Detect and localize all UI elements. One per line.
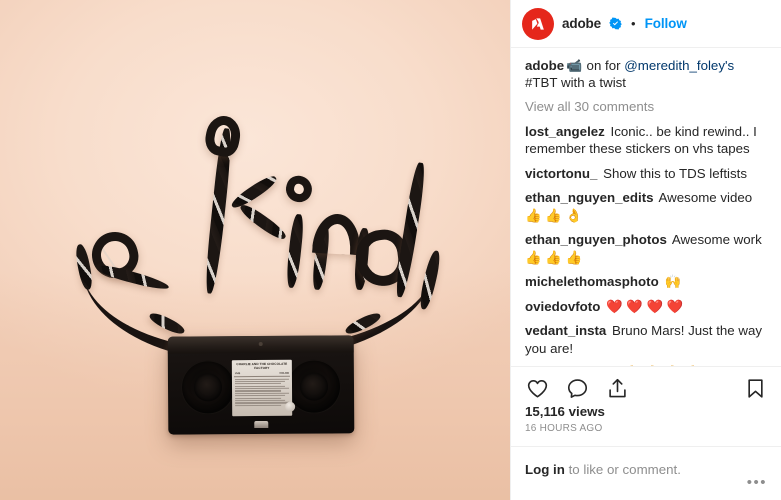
comment-item: ethan_nguyen_photos Awesome work👍 👍 👍 <box>525 231 767 266</box>
tape-letter-k-loop <box>202 113 244 159</box>
cassette-tab <box>254 420 269 429</box>
comment-username[interactable]: ethan_nguyen_edits <box>525 190 654 205</box>
more-options-button[interactable]: ••• <box>747 475 767 500</box>
verified-badge-icon <box>609 17 622 30</box>
cassette-knob <box>285 401 296 412</box>
heart-icon[interactable] <box>525 376 549 400</box>
share-arrow-icon[interactable] <box>605 376 629 400</box>
login-text: Log in to like or comment. <box>525 461 681 479</box>
post-timestamp: 16 HOURS AGO <box>525 423 603 434</box>
post-photo[interactable]: CHARLIE AND THE CHOCOLATE FACTORY VHS CO… <box>0 0 510 500</box>
comment-item: vedant_insta Bruno Mars! Just the way yo… <box>525 322 767 357</box>
comment-username[interactable]: oviedovfoto <box>525 299 600 314</box>
tape-letter-k-arm-lower <box>237 201 289 243</box>
comment-text: 🙌 <box>664 274 681 290</box>
follow-button[interactable]: Follow <box>645 16 687 31</box>
bookmark-icon[interactable] <box>743 376 767 400</box>
comment-username[interactable]: victortonu_ <box>525 166 597 181</box>
tape-letter-i-dot <box>282 172 316 206</box>
comment-username[interactable]: ethan_nguyen_photos <box>525 232 667 247</box>
cassette-label-title: CHARLIE AND THE CHOCOLATE FACTORY <box>236 361 288 370</box>
comment-username[interactable]: vedant_insta <box>525 323 606 338</box>
post-caption: adobe 📹 on for @meredith_foley's #TBT wit… <box>525 57 767 92</box>
comment-text: Show this to TDS leftists <box>603 165 747 181</box>
comment-item: ethan_nguyen_edits Awesome video 👍 👍 👌 <box>525 189 767 224</box>
header-separator: • <box>631 16 636 31</box>
post-actions-section: 15,116 views 16 HOURS AGO <box>511 366 781 446</box>
comment-item: victortonu_ Show this to TDS leftists <box>525 165 767 183</box>
post-header: adobe • Follow <box>511 0 781 47</box>
tape-letter-n-arch <box>311 212 363 256</box>
cassette-label-format: VHS <box>234 372 241 376</box>
comment-username[interactable]: lost_angelez <box>525 124 605 139</box>
caption-author[interactable]: adobe <box>525 58 564 73</box>
caption-mention[interactable]: @meredith_foley's <box>624 58 734 73</box>
speech-bubble-icon[interactable] <box>565 376 589 400</box>
post-sidebar: adobe • Follow adobe 📹 on for @meredith_f… <box>510 0 781 500</box>
caption-emoji: 📹 <box>566 57 583 73</box>
comments-feed[interactable]: adobe 📹 on for @meredith_foley's #TBT wit… <box>511 48 781 366</box>
adobe-logo-icon[interactable] <box>522 7 554 40</box>
action-bar <box>525 367 767 404</box>
caption-text-b: #TBT with a twist <box>525 75 626 91</box>
cassette-label-text-lines <box>234 378 290 407</box>
log-in-link[interactable]: Log in <box>525 462 565 477</box>
cassette-reel-left <box>180 360 236 415</box>
comment-item: lost_angelez Iconic.. be kind rewind.. I… <box>525 123 767 158</box>
cassette-label-color: COLOR <box>279 371 289 375</box>
cassette-label-meta: VHS COLOR <box>234 372 290 375</box>
comment-item: oviedovfoto ❤️ ❤️ ❤️ ❤️ <box>525 298 767 316</box>
cassette-label: CHARLIE AND THE CHOCOLATE FACTORY VHS CO… <box>231 359 293 417</box>
comment-item: michelethomasphoto 🙌 <box>525 273 767 291</box>
comment-text: ❤️ ❤️ ❤️ ❤️ <box>606 298 684 314</box>
vhs-cassette: CHARLIE AND THE CHOCOLATE FACTORY VHS CO… <box>167 335 355 435</box>
tape-letter-k-arm-upper <box>229 172 279 212</box>
instagram-post: CHARLIE AND THE CHOCOLATE FACTORY VHS CO… <box>0 0 781 500</box>
cassette-label-rule <box>233 376 290 378</box>
view-all-comments-link[interactable]: View all 30 comments <box>525 99 767 114</box>
view-count: 15,116 views <box>525 404 605 419</box>
comment-username[interactable]: michelethomasphoto <box>525 274 659 289</box>
cassette-screw <box>258 341 263 347</box>
login-prompt: Log in to like or comment. ••• <box>511 446 781 500</box>
account-username[interactable]: adobe <box>562 16 601 31</box>
login-rest-text: to like or comment. <box>564 462 681 477</box>
caption-text-a: on for <box>582 57 625 73</box>
